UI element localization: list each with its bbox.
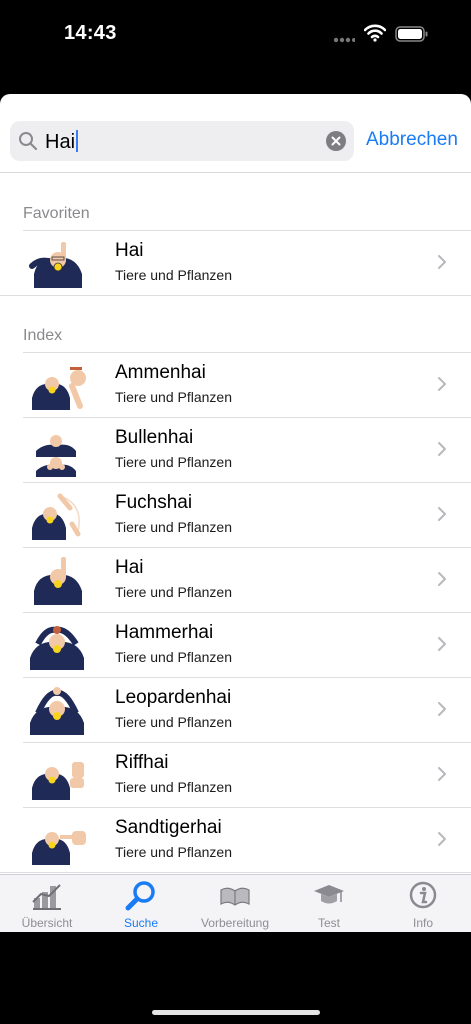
wifi-icon [363, 24, 387, 47]
clear-search-icon[interactable] [326, 131, 346, 151]
sign-thumbnail-icon [36, 435, 76, 477]
item-subtitle: Tiere und Pflanzen [115, 267, 232, 283]
sign-thumbnail-icon [29, 242, 82, 288]
search-sheet: Hai Abbrechen Favoriten Hai Tiere und Pf… [0, 94, 471, 932]
cancel-button[interactable]: Abbrechen [366, 129, 458, 151]
sign-thumbnail-icon [32, 762, 84, 800]
home-indicator [152, 1010, 320, 1015]
item-subtitle: Tiere und Pflanzen [115, 454, 232, 470]
item-subtitle: Tiere und Pflanzen [115, 714, 232, 730]
list-item[interactable]: Sandtigerhai Tiere und Pflanzen [0, 807, 471, 873]
list-item[interactable]: Fuchshai Tiere und Pflanzen [0, 482, 471, 547]
search-icon [125, 881, 155, 911]
info-icon [409, 881, 437, 909]
section-header-index: Index [23, 327, 63, 344]
tab-preparation[interactable]: Vorbereitung [188, 875, 282, 932]
item-title: Riffhai [115, 752, 169, 773]
sign-thumbnail-icon [32, 493, 81, 540]
item-title: Hammerhai [115, 622, 214, 643]
status-time: 14:43 [64, 22, 117, 44]
item-title: Bullenhai [115, 427, 194, 448]
chevron-right-icon [438, 832, 446, 846]
tab-search[interactable]: Suche [94, 875, 188, 932]
sign-thumbnail-icon [34, 557, 82, 605]
list-item[interactable]: Hammerhai Tiere und Pflanzen [0, 612, 471, 677]
tab-label: Suche [123, 916, 159, 930]
search-field[interactable]: Hai [10, 121, 354, 161]
sign-thumbnail-icon [32, 831, 86, 865]
book-icon [220, 887, 250, 906]
tab-info[interactable]: Info [376, 875, 470, 932]
item-title: Hai [115, 557, 144, 578]
sign-thumbnail-icon [32, 367, 86, 410]
chevron-right-icon [438, 377, 446, 391]
item-title: Fuchshai [115, 492, 193, 513]
item-subtitle: Tiere und Pflanzen [115, 584, 232, 600]
item-subtitle: Tiere und Pflanzen [115, 779, 232, 795]
status-bar: 14:43 [0, 0, 471, 70]
list-item[interactable]: Riffhai Tiere und Pflanzen [0, 742, 471, 807]
item-subtitle: Tiere und Pflanzen [115, 519, 232, 535]
tab-test[interactable]: Test [282, 875, 376, 932]
chevron-right-icon [438, 442, 446, 456]
list-item[interactable]: Leopardenhai Tiere und Pflanzen [0, 677, 471, 742]
tab-label: Info [412, 916, 433, 930]
chevron-right-icon [438, 637, 446, 651]
item-title: Sandtigerhai [115, 817, 222, 838]
sign-thumbnail-icon [30, 687, 84, 735]
tab-label: Übersicht [21, 916, 73, 930]
section-header-favorites: Favoriten [23, 205, 90, 222]
chevron-right-icon [438, 702, 446, 716]
item-title: Ammenhai [115, 362, 206, 383]
tab-label: Vorbereitung [200, 916, 270, 930]
chevron-right-icon [438, 767, 446, 781]
item-subtitle: Tiere und Pflanzen [115, 844, 232, 860]
search-input[interactable]: Hai [45, 130, 79, 154]
divider [0, 172, 471, 173]
tab-bar: Übersicht Suche Vorbereitung Test Info [0, 874, 471, 932]
list-item[interactable]: Hai Tiere und Pflanzen [0, 547, 471, 612]
item-title: Hai [115, 240, 144, 261]
tab-label: Test [317, 916, 340, 930]
item-subtitle: Tiere und Pflanzen [115, 389, 232, 405]
list-item[interactable]: Ammenhai Tiere und Pflanzen [0, 352, 471, 417]
item-subtitle: Tiere und Pflanzen [115, 649, 232, 665]
tab-overview[interactable]: Übersicht [0, 875, 94, 932]
chart-icon [32, 884, 61, 910]
sign-thumbnail-icon [30, 626, 84, 670]
chevron-right-icon [438, 255, 446, 269]
chevron-right-icon [438, 572, 446, 586]
list-item[interactable]: Hai Tiere und Pflanzen [0, 230, 471, 296]
chevron-right-icon [438, 507, 446, 521]
list-item[interactable]: Bullenhai Tiere und Pflanzen [0, 417, 471, 482]
item-title: Leopardenhai [115, 687, 232, 708]
graduation-cap-icon [314, 885, 344, 904]
magnifier-icon [18, 131, 38, 156]
text-caret [76, 130, 79, 152]
battery-icon [395, 26, 429, 47]
signal-icon [333, 30, 356, 48]
